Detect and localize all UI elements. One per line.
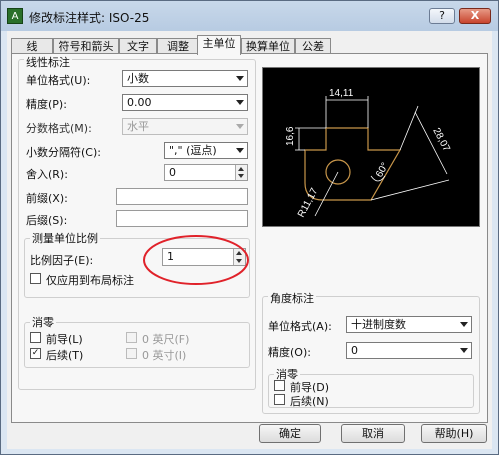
suffix-label: 后缀(S): [26,214,68,227]
layout-only-checkbox[interactable] [30,273,41,284]
tab-alternate-units[interactable]: 换算单位 [241,38,295,54]
chevron-down-icon [460,322,468,327]
unit-format-value: 小数 [127,72,149,85]
angular-precision-value: 0 [351,344,358,357]
measurement-scale-title: 测量单位比例 [30,230,100,246]
close-button[interactable]: X [459,8,491,24]
linear-group-title: 线性标注 [24,54,72,70]
decimal-separator-select[interactable]: "," (逗点) [164,142,248,159]
help-title-button[interactable]: ? [429,8,455,24]
window-title: 修改标注样式: ISO-25 [29,11,150,25]
close-icon: X [470,9,480,22]
round-off-value: 0 [169,166,176,179]
prefix-label: 前缀(X): [26,192,68,205]
tab-text[interactable]: 文字 [119,38,157,54]
preview-dim-right: 28,07 [430,126,452,154]
precision-label: 精度(P): [26,98,67,111]
help-label: 帮助(H) [434,427,474,440]
zero-inches-checkbox[interactable] [126,348,137,359]
tab-label: 换算单位 [246,40,290,53]
title-bar[interactable]: A 修改标注样式: ISO-25 ? X [1,1,498,31]
suffix-input[interactable] [116,210,248,227]
scale-factor-label: 比例因子(E): [30,254,94,267]
preview-dim-left: 16,6 [285,126,296,146]
trailing-zero-label: 后续(T) [46,349,84,362]
round-off-spinner[interactable]: 0 [164,164,248,181]
tab-label: 符号和箭头 [58,40,114,53]
fraction-format-select[interactable]: 水平 [122,118,248,135]
tab-label: 线 [26,40,38,53]
leading-zero-label: 前导(L) [46,333,83,346]
round-off-label: 舍入(R): [26,168,68,181]
decimal-separator-value: "," (逗点) [169,144,217,157]
chevron-down-icon [236,148,244,153]
unit-format-select[interactable]: 小数 [122,70,248,87]
angular-precision-label: 精度(O): [268,346,311,359]
ok-button[interactable]: 确定 [259,424,321,443]
preview-canvas: 14,11 16,6 28,07 60° R11,17 [262,67,480,227]
preview-dim-angle: 60° [374,161,391,180]
spin-up-icon [238,167,244,171]
preview-dim-radius: R11,17 [296,186,321,219]
preview-dim-top: 14,11 [329,88,354,99]
spin-down-icon [238,174,244,178]
tab-label: 文字 [127,40,149,53]
precision-value: 0.00 [127,96,152,109]
zero-feet-checkbox[interactable] [126,332,137,343]
zero-feet-label: 0 英尺(F) [142,333,190,346]
angular-leading-zero-checkbox[interactable] [274,380,285,391]
precision-select[interactable]: 0.00 [122,94,248,111]
dialog-window: A 修改标注样式: ISO-25 ? X 线 符号和箭头 文字 调整 主单位 换… [0,0,499,455]
zero-inches-label: 0 英寸(I) [142,349,187,362]
chevron-down-icon [236,124,244,129]
decimal-separator-label: 小数分隔符(C): [26,146,101,159]
checkmark-icon: ✓ [31,348,40,358]
red-circle-annotation [143,235,249,285]
cancel-button[interactable]: 取消 [341,424,405,443]
chevron-down-icon [460,348,468,353]
angular-unit-format-label: 单位格式(A): [268,320,332,333]
tab-label: 公差 [302,40,324,53]
tab-lines[interactable]: 线 [11,38,53,54]
trailing-zero-checkbox[interactable]: ✓ [30,348,41,359]
dialog-client: 线 符号和箭头 文字 调整 主单位 换算单位 公差 线性标注 单位格式(U): … [7,31,492,449]
angular-precision-select[interactable]: 0 [346,342,472,359]
fraction-format-label: 分数格式(M): [26,122,92,135]
app-icon: A [7,8,23,24]
angular-trailing-zero-label: 后续(N) [290,395,329,408]
leading-zero-checkbox[interactable] [30,332,41,343]
prefix-input[interactable] [116,188,248,205]
tab-label: 调整 [167,40,189,53]
tab-fit[interactable]: 调整 [157,38,199,54]
tab-tolerances[interactable]: 公差 [295,38,331,54]
angular-group-title: 角度标注 [268,290,316,306]
ok-label: 确定 [279,427,301,440]
tab-panel-primary-units: 线性标注 单位格式(U): 小数 精度(P): 0.00 分数格式(M): 水平… [11,53,488,423]
help-button[interactable]: 帮助(H) [421,424,487,443]
tab-symbols-arrows[interactable]: 符号和箭头 [53,38,119,54]
chevron-down-icon [236,100,244,105]
preview-drawing: 14,11 16,6 28,07 60° R11,17 [285,88,452,219]
unit-format-label: 单位格式(U): [26,74,91,87]
chevron-down-icon [236,76,244,81]
layout-only-label: 仅应用到布局标注 [46,274,134,287]
angular-trailing-zero-checkbox[interactable] [274,394,285,405]
tab-primary-units[interactable]: 主单位 [197,35,241,55]
angular-unit-format-value: 十进制度数 [351,318,406,331]
spinner-buttons[interactable] [235,165,247,180]
tab-label: 主单位 [202,37,236,50]
linear-zero-suppression-title: 消零 [30,314,56,330]
fraction-format-value: 水平 [127,120,149,133]
cancel-label: 取消 [362,427,384,440]
angular-unit-format-select[interactable]: 十进制度数 [346,316,472,333]
question-icon: ? [439,9,445,22]
